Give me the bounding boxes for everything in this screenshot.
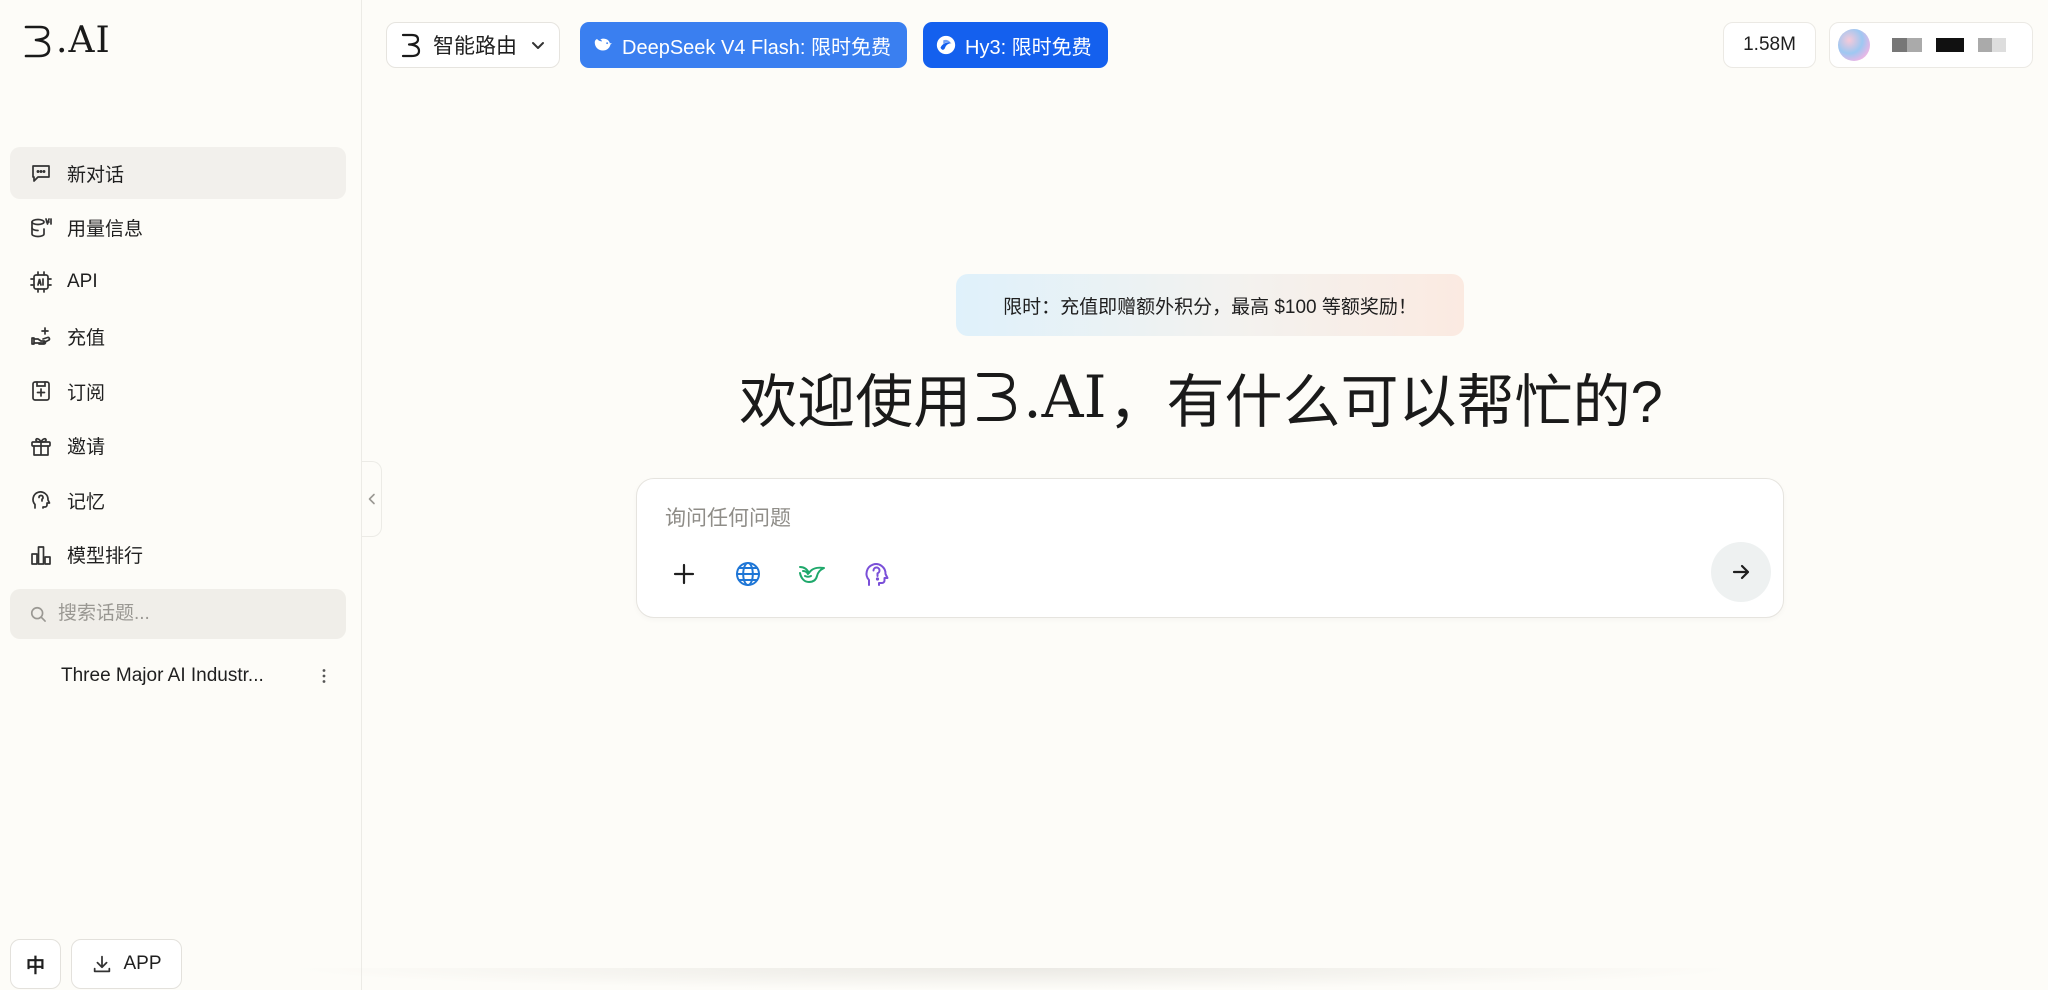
sidebar-item-label: 充值	[67, 328, 106, 349]
chevron-left-icon	[368, 493, 375, 505]
bottom-shadow	[280, 968, 1750, 990]
welcome-heading: 欢迎使用 .AI ，有什么可以帮忙的?	[736, 362, 1666, 435]
username-redacted	[1892, 38, 2006, 52]
composer-tools	[667, 557, 893, 591]
credits-balance[interactable]: 1.58M	[1723, 22, 1816, 68]
brain-head-icon	[865, 563, 889, 586]
ranking-chart-icon	[31, 545, 51, 565]
sidebar-item-label: 新对话	[67, 164, 125, 186]
welcome-brand-text: .AI	[1023, 363, 1107, 431]
deep-think-toggle[interactable]	[859, 557, 893, 591]
promo-banner[interactable]: 限时：充值即赠额外积分，最高 $100 等额奖励！	[956, 274, 1464, 336]
sidebar-item-usage[interactable]: 用量信息	[10, 202, 346, 254]
sidebar: .AI 新对话 用量信息 API 充值 订阅 邀请 记忆 模型排行 搜索话题..…	[0, 0, 362, 990]
attach-button[interactable]	[667, 557, 701, 591]
language-toggle-button[interactable]: 中	[10, 939, 61, 989]
sidebar-nav: 新对话 用量信息 API 充值 订阅 邀请 记忆 模型排行	[10, 147, 346, 583]
logo-text: .AI	[56, 20, 111, 61]
sidebar-footer: 中 APP	[10, 939, 182, 989]
hy3-promo-button[interactable]: Hy3: 限时免费	[923, 22, 1108, 68]
sidebar-item-label: API	[67, 271, 98, 292]
whale-icon	[594, 38, 613, 51]
chat-bubble-icon	[32, 165, 50, 182]
arrow-right-icon	[1732, 564, 1750, 580]
welcome-prefix: 欢迎使用	[739, 370, 972, 435]
sidebar-item-subscribe[interactable]: 订阅	[10, 365, 346, 417]
router-label: 智能路由	[433, 35, 517, 58]
hunyuan-logo-icon	[936, 35, 956, 55]
collapse-sidebar-button[interactable]	[362, 461, 382, 537]
welcome-brand: .AI	[973, 363, 1106, 431]
download-app-label: APP	[123, 953, 162, 974]
sidebar-item-recharge[interactable]: 充值	[10, 311, 346, 363]
brand-b-icon	[401, 33, 421, 58]
download-icon	[94, 955, 111, 973]
sidebar-item-api[interactable]: API	[10, 256, 346, 308]
sidebar-item-invite[interactable]: 邀请	[10, 420, 346, 472]
hand-coin-icon	[31, 326, 51, 345]
user-menu-button[interactable]	[1829, 22, 2033, 68]
brand-b-icon	[24, 25, 51, 57]
sidebar-item-new-chat[interactable]: 新对话	[10, 147, 346, 199]
avatar	[1838, 29, 1870, 61]
chip-icon	[30, 271, 52, 293]
history-item[interactable]: Three Major AI Industr...	[10, 655, 346, 697]
hy3-promo-label: Hy3: 限时免费	[965, 36, 1092, 59]
sidebar-item-memory[interactable]: 记忆	[10, 474, 346, 526]
brain-head-icon	[32, 491, 51, 509]
deepseek-promo-button[interactable]: DeepSeek V4 Flash: 限时免费	[580, 22, 907, 68]
plus-icon	[673, 563, 695, 585]
sidebar-item-label: 模型排行	[67, 546, 144, 567]
web-search-toggle[interactable]	[731, 557, 765, 591]
logo[interactable]: .AI	[22, 20, 111, 61]
sidebar-item-label: 记忆	[67, 491, 106, 513]
sidebar-item-label: 用量信息	[67, 219, 144, 240]
welcome-suffix: ，有什么可以帮忙的?	[1108, 370, 1663, 435]
send-button[interactable]	[1711, 542, 1771, 602]
gift-icon	[31, 437, 51, 456]
database-ai-icon	[31, 217, 52, 237]
sidebar-item-label: 订阅	[67, 382, 106, 404]
topic-search	[10, 589, 346, 639]
creative-mode-toggle[interactable]	[795, 557, 829, 591]
download-app-button[interactable]: APP	[71, 939, 182, 989]
chevron-down-icon	[532, 42, 544, 49]
sidebar-item-label: 邀请	[67, 437, 106, 458]
subscribe-icon	[32, 381, 50, 401]
chat-input[interactable]	[665, 501, 1665, 537]
globe-icon	[736, 562, 760, 586]
history-item-title: Three Major AI Industr...	[61, 665, 264, 686]
brand-b-icon	[977, 373, 1017, 421]
chat-composer	[636, 478, 1784, 618]
wing-icon	[799, 566, 825, 583]
more-options-icon[interactable]	[314, 666, 334, 686]
sidebar-item-model-ranking[interactable]: 模型排行	[10, 529, 346, 581]
search-icon	[30, 606, 46, 622]
topic-search-input[interactable]	[58, 603, 328, 625]
deepseek-promo-label: DeepSeek V4 Flash: 限时免费	[622, 36, 891, 59]
model-router-dropdown[interactable]: 智能路由	[386, 22, 560, 68]
